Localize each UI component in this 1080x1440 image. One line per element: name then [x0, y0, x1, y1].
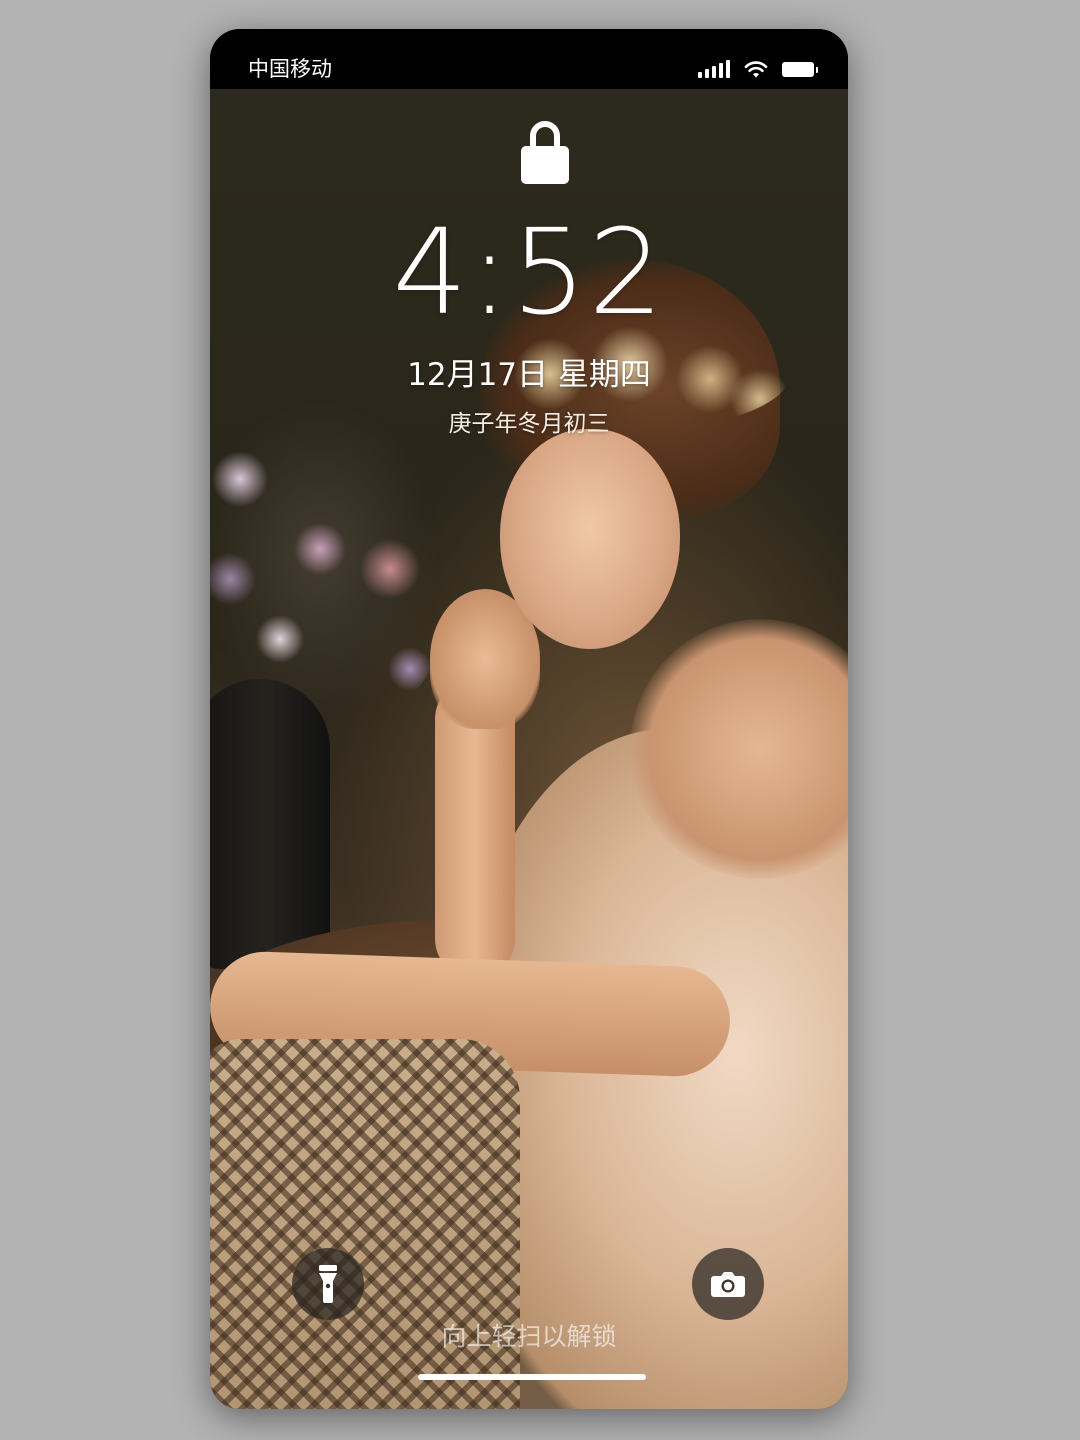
phone-frame: 中国移动 4:52 12月17日 星期四 庚子年冬月初三 向上轻扫以解锁 — [210, 29, 848, 1409]
clock-time: 4:52 — [392, 203, 666, 341]
signal-bars-icon — [698, 60, 730, 78]
clock-date: 12月17日 星期四 — [407, 357, 651, 393]
wifi-icon — [744, 61, 768, 78]
battery-icon — [782, 61, 818, 77]
carrier-name: 中国移动 — [248, 57, 332, 81]
status-bar: 中国移动 — [210, 29, 848, 89]
swipe-to-unlock-hint: 向上轻扫以解锁 — [441, 1322, 617, 1351]
stage: 中国移动 4:52 12月17日 星期四 庚子年冬月初三 向上轻扫以解锁 — [0, 0, 1080, 1440]
lunar-date: 庚子年冬月初三 — [448, 411, 610, 437]
camera-icon — [711, 1272, 745, 1297]
flashlight-button[interactable] — [292, 1248, 364, 1320]
flashlight-icon — [319, 1265, 337, 1303]
lock-screen-overlay: 4:52 12月17日 星期四 庚子年冬月初三 向上轻扫以解锁 — [210, 29, 848, 1409]
padlock-icon — [521, 121, 569, 184]
status-icons — [698, 57, 818, 81]
home-indicator-bar[interactable] — [418, 1374, 646, 1380]
camera-button[interactable] — [692, 1248, 764, 1320]
